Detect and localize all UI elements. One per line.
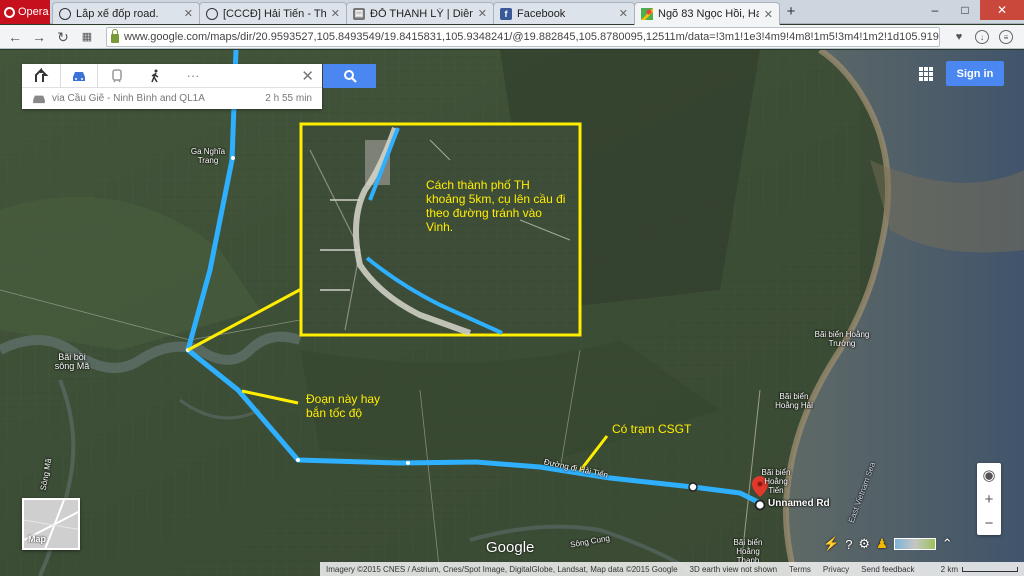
route-duration: 2 h 55 min — [265, 93, 312, 104]
search-button[interactable] — [323, 64, 376, 88]
forward-icon[interactable]: → — [30, 28, 48, 46]
route-via: via Cầu Giẽ - Ninh Bình and QL1A — [52, 93, 205, 104]
imagery-credit: Imagery ©2015 CNES / Astrium, Cnes/Spot … — [326, 564, 678, 574]
route-option[interactable]: via Cầu Giẽ - Ninh Bình and QL1A 2 h 55 … — [22, 88, 322, 109]
steering-wheel-icon — [206, 7, 218, 20]
earth-lightning-icon[interactable]: ⚡ — [823, 536, 839, 552]
close-tab-icon[interactable]: ✕ — [478, 7, 487, 20]
label-bai-bien-hoang-truong: Bãi biển Hoằng Trường — [814, 330, 870, 348]
zoom-out-button[interactable]: − — [977, 511, 1001, 535]
transit-mode-icon[interactable] — [98, 64, 136, 88]
destination-label: Unnamed Rd — [768, 498, 830, 509]
tab-4[interactable]: f Facebook ✕ — [493, 2, 635, 24]
window-controls: – □ ✕ — [920, 0, 1024, 20]
zoom-controls: ◉ + − — [977, 463, 1001, 535]
opera-label: Opera — [18, 6, 49, 18]
sign-in-button[interactable]: Sign in — [946, 61, 1004, 86]
apps-grid-icon[interactable] — [919, 67, 933, 81]
tab-5-active[interactable]: Ngõ 83 Ngọc Hồi, Hai Bà ✕ — [634, 2, 780, 25]
map-toggle-label: Map — [28, 534, 46, 544]
privacy-link[interactable]: Privacy — [823, 565, 849, 574]
directions-panel: ··· ✕ via Cầu Giẽ - Ninh Bình and QL1A 2… — [22, 63, 322, 109]
download-icon[interactable]: ↓ — [975, 30, 989, 44]
earth-view-note: 3D earth view not shown — [689, 564, 778, 574]
scale-label: 2 km — [940, 564, 958, 574]
walking-mode-icon[interactable] — [136, 64, 174, 88]
tab-title: Facebook — [517, 7, 566, 20]
url-text: www.google.com/maps/dir/20.9593527,105.8… — [124, 31, 939, 43]
map-type-toggle[interactable]: Map — [22, 498, 80, 550]
speed-annotation: Đoạn này hay bắn tốc độ — [306, 392, 381, 420]
tab-title: ĐỖ THANH LÝ | Diễn đàn — [370, 7, 473, 20]
map-footer: Imagery ©2015 CNES / Astrium, Cnes/Spot … — [320, 562, 1024, 576]
search-icon — [343, 70, 357, 83]
close-tab-icon[interactable]: ✕ — [764, 8, 773, 21]
window-close-icon[interactable]: ✕ — [980, 0, 1024, 20]
document-icon: ▤ — [353, 7, 365, 20]
scale-bar[interactable]: 2 km — [941, 565, 1018, 574]
back-icon[interactable]: ← — [6, 28, 24, 46]
menu-icon[interactable]: ≡ — [999, 30, 1013, 44]
waypoint-marker — [688, 482, 698, 492]
satellite-map — [0, 50, 1024, 576]
destination-marker — [754, 499, 766, 511]
close-tab-icon[interactable]: ✕ — [619, 7, 628, 20]
directions-icon[interactable] — [22, 64, 60, 88]
tab-title: [CCCĐ] Hải Tiến - Thanh H — [223, 7, 326, 20]
driving-mode-icon[interactable] — [60, 63, 98, 88]
facebook-icon: f — [500, 7, 512, 20]
reload-icon[interactable]: ↻ — [54, 28, 72, 46]
label-ga-nghia-trang: Ga Nghĩa Trang — [190, 147, 226, 165]
bottom-right-tools: ⚡ ? ⚙ ♟ ⌃ — [823, 534, 953, 554]
map-canvas[interactable]: ··· ✕ via Cầu Giẽ - Ninh Bình and QL1A 2… — [0, 50, 1024, 576]
tab-1[interactable]: Lắp xế đốp road. ✕ — [52, 2, 200, 24]
tab-bar: Opera Lắp xế đốp road. ✕ [CCCĐ] Hải Tiến… — [0, 0, 1024, 25]
label-bai-bien-hoang-hai: Bãi biển Hoằng Hải — [775, 392, 813, 410]
label-bai-boi: Bãi bồi sông Mã — [54, 352, 90, 371]
tab-2[interactable]: [CCCĐ] Hải Tiến - Thanh H ✕ — [199, 2, 347, 24]
maximize-icon[interactable]: □ — [950, 0, 980, 20]
my-location-icon[interactable]: ◉ — [977, 463, 1001, 487]
police-annotation: Có trạm CSGT — [612, 422, 692, 436]
close-directions-icon[interactable]: ✕ — [301, 67, 314, 85]
google-maps-icon — [641, 8, 653, 20]
close-tab-icon[interactable]: ✕ — [331, 7, 340, 20]
opera-icon — [4, 6, 15, 18]
tab-title: Ngõ 83 Ngọc Hồi, Hai Bà — [658, 8, 759, 20]
more-modes-icon[interactable]: ··· — [174, 64, 212, 88]
steering-wheel-icon — [59, 7, 71, 20]
label-bai-bien-hoang-thanh: Bãi biển Hoằng Thanh — [733, 538, 763, 565]
scale-line — [962, 566, 1018, 572]
close-tab-icon[interactable]: ✕ — [184, 7, 193, 20]
label-bai-bien-hoang-tien: Bãi biển Hoằng Tiến — [761, 468, 791, 495]
feedback-link[interactable]: Send feedback — [861, 565, 914, 574]
opera-menu-button[interactable]: Opera — [0, 0, 50, 24]
url-field[interactable]: www.google.com/maps/dir/20.9593527,105.8… — [106, 27, 940, 47]
speed-dial-icon[interactable]: ▦ — [78, 28, 96, 46]
minimize-icon[interactable]: – — [920, 0, 950, 20]
expand-chevron-icon[interactable]: ⌃ — [942, 536, 953, 552]
address-bar: ← → ↻ ▦ www.google.com/maps/dir/20.95935… — [0, 25, 1024, 49]
terms-link[interactable]: Terms — [789, 565, 811, 574]
tab-title: Lắp xế đốp road. — [76, 7, 159, 20]
tab-3[interactable]: ▤ ĐỖ THANH LÝ | Diễn đàn ✕ — [346, 2, 494, 24]
settings-gear-icon[interactable]: ⚙ — [858, 536, 870, 552]
travel-mode-bar: ··· ✕ — [22, 63, 322, 88]
google-logo: Google — [486, 539, 535, 556]
pegman-icon[interactable]: ♟ — [876, 536, 888, 552]
heart-icon[interactable]: ♥ — [950, 28, 968, 46]
imagery-thumbnails[interactable] — [893, 538, 936, 550]
inset-annotation: Cách thành phố TH khoảng 5km, cụ lên cầu… — [426, 178, 566, 234]
help-icon[interactable]: ? — [845, 537, 852, 552]
new-tab-button[interactable]: + — [782, 4, 800, 22]
car-icon — [33, 95, 45, 103]
lock-icon — [111, 29, 119, 43]
zoom-in-button[interactable]: + — [977, 487, 1001, 511]
